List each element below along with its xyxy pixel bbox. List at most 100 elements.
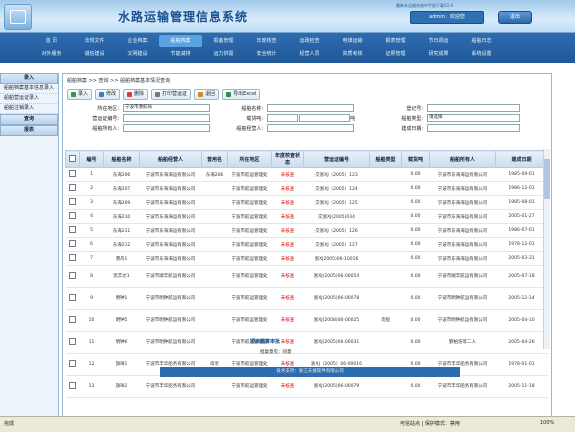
sidebar-section-entry[interactable]: 录入 [0, 73, 58, 84]
sidebar-section-query[interactable]: 查询 [0, 114, 58, 125]
row-checkbox[interactable] [69, 315, 76, 323]
sidebar-item-cancel-entry[interactable]: 船舶注销录入 [0, 104, 58, 114]
row-checkbox[interactable] [69, 240, 76, 247]
select-all-checkbox[interactable] [69, 154, 76, 162]
ship-name-label: 船舶名称: [241, 106, 263, 112]
nav-item[interactable]: 诚信建设 [73, 48, 116, 60]
table-cell: 明钟6 [103, 331, 140, 354]
table-row[interactable]: 5 东海211 宁波市东海海运有限公司 宁波市航运管理处 未核查 交浙XJ（2005）12… [65, 223, 548, 238]
nav-item[interactable]: 报表管理 [374, 35, 417, 47]
table-row[interactable]: 13 旗祥2 宁波市丰华船务有限公司 宁波市航运管理处 未核查 浙XJ(2005)06-0… [65, 375, 548, 398]
delete-button[interactable]: 删除 [123, 89, 149, 100]
table-cell: 13 [79, 375, 104, 398]
row-checkbox[interactable] [69, 254, 76, 261]
table-cell: 3 [79, 195, 104, 210]
table-row[interactable]: 7 港舟1 宁波市东海海运有限公司 宁波市航运管理处 未核查 浙XJ2005)06-100… [65, 251, 548, 266]
exit-button[interactable]: 退出 [498, 11, 532, 24]
security-zone[interactable]: 可信站点 | 保护模式：禁用 [400, 420, 460, 427]
row-checkbox[interactable] [69, 184, 76, 191]
add-button[interactable]: 录入 [67, 89, 93, 100]
zoom-level[interactable]: 100% [540, 420, 554, 426]
table-cell: 1978-12-01 [495, 237, 548, 252]
table-cell: 交浙XJ（2005）126 [303, 223, 370, 238]
nav-item[interactable]: 企业档案 [116, 35, 159, 47]
build-date-input[interactable] [427, 124, 520, 132]
sidebar-item-basic-entry[interactable]: 船舶档案基本信息录入 [0, 84, 58, 94]
sidebar-item-cert-entry[interactable]: 船舶营运证录入 [0, 94, 58, 104]
nav-item-active[interactable]: 船舶档案 [159, 35, 202, 47]
owner-input[interactable] [123, 124, 210, 132]
return-button[interactable]: 退回 [194, 89, 220, 100]
table-cell: 东海211 [103, 223, 140, 238]
column-header: 年度核查状态 [271, 150, 304, 168]
table-cell: 明钟5 [103, 309, 140, 332]
scrollbar-thumb[interactable] [544, 159, 550, 199]
print-cert-button[interactable]: 打印营运证 [151, 89, 192, 100]
row-checkbox-cell [65, 237, 80, 252]
table-cell: 宁波市航运管理处 [227, 309, 272, 332]
vertical-scrollbar[interactable] [543, 149, 550, 349]
row-checkbox[interactable] [69, 337, 76, 345]
nav-item[interactable]: 证照管理 [374, 48, 417, 60]
nav-item[interactable]: 系统设置 [460, 48, 503, 60]
manual-download-link[interactable]: 最新本运输系统中手册下载V2.0 [396, 3, 453, 9]
table-row[interactable]: 10 明钟5 宁波市明钟航运有限公司 宁波市航运管理处 未核查 浙XJ(2008)06-0… [65, 309, 548, 332]
row-checkbox[interactable] [69, 359, 76, 367]
nav-item[interactable]: 节日调运 [417, 35, 460, 47]
nav-item[interactable]: 安全统计 [245, 48, 288, 60]
app-title: 水路运输管理信息系统 [118, 10, 249, 24]
sidebar-section-report[interactable]: 报表 [0, 125, 58, 136]
area-select[interactable]: 宁波市港航局 [123, 104, 210, 112]
row-checkbox[interactable] [69, 293, 76, 301]
nav-item[interactable]: 法规文件 [73, 35, 116, 47]
ship-type-select[interactable]: 请选择 [427, 114, 520, 122]
reg-no-input[interactable] [427, 104, 520, 112]
table-cell: 2 [79, 181, 104, 196]
row-checkbox[interactable] [69, 381, 76, 389]
row-checkbox-cell [65, 353, 80, 376]
table-cell: 宁波市东海海运有限公司 [139, 181, 202, 196]
nav-item[interactable]: 经营人员 [288, 48, 331, 60]
table-row[interactable]: 2 东海207 宁波市东海海运有限公司 宁波市航运管理处 未核查 交浙XJ（2005）12… [65, 181, 548, 196]
nav-item[interactable]: 研究成果 [417, 48, 460, 60]
table-cell: 2005-12-14 [495, 287, 548, 310]
nav-item[interactable]: 年度核查 [245, 35, 288, 47]
table-row[interactable]: 9 明钟1 宁波市明钟航运有限公司 宁波市航运管理处 未核查 浙XJ(2005)06-00… [65, 287, 548, 310]
nav-item[interactable]: 资质考核 [331, 48, 374, 60]
nav-item[interactable]: 对外服务 [30, 48, 73, 60]
row-checkbox-cell [65, 375, 80, 398]
cert-no-input[interactable] [123, 114, 210, 122]
table-row[interactable]: 1 东海206 宁波市东海海运有限公司 东海206 宁波市航运管理处 未核查 交浙XJ（20… [65, 167, 548, 182]
tonnage-max-input[interactable] [299, 114, 350, 122]
nav-item[interactable]: 运政检查 [288, 35, 331, 47]
table-cell [201, 209, 228, 224]
nav-item[interactable]: 船舶日志 [460, 35, 503, 47]
operator-input[interactable] [267, 124, 354, 132]
nav-item[interactable]: 报备管理 [202, 35, 245, 47]
table-cell: 9 [79, 287, 104, 310]
nav-item[interactable]: 节能减排 [159, 48, 202, 60]
table-cell: 交浙XJ（2005）127 [303, 237, 370, 252]
table-row[interactable]: 6 东海212 宁波市东海海运有限公司 宁波市航运管理处 未核查 交浙XJ（2005）12… [65, 237, 548, 252]
nav-item[interactable]: 电煤运输 [331, 35, 374, 47]
nav-item[interactable]: 运力供需 [202, 48, 245, 60]
nav-item[interactable]: 文明建设 [116, 48, 159, 60]
nav-item[interactable]: 首 页 [30, 35, 73, 47]
row-checkbox[interactable] [69, 226, 76, 233]
table-row[interactable]: 8 凯丰达1 宁波市顺丰航运有限公司 宁波市航运管理处 未核查 浙XJ(2005)06-0… [65, 265, 548, 288]
table-cell: 0.00 [401, 237, 430, 252]
export-excel-button[interactable]: 导出Excel [222, 89, 261, 100]
table-cell: 4 [79, 209, 104, 224]
table-row[interactable]: 3 东海209 宁波市东海海运有限公司 宁波市航运管理处 未核查 交浙XJ（2005）12… [65, 195, 548, 210]
table-row[interactable]: 4 东海210 宁波市东海海运有限公司 宁波市航运管理处 未核查 交浙XJ(2005)03… [65, 209, 548, 224]
ship-name-input[interactable] [267, 104, 354, 112]
row-checkbox[interactable] [69, 212, 76, 219]
detail-title: 项目概算审批 [250, 339, 281, 345]
row-checkbox[interactable] [69, 170, 76, 177]
row-checkbox[interactable] [69, 271, 76, 279]
row-checkbox[interactable] [69, 198, 76, 205]
select-all-header[interactable] [65, 150, 80, 168]
edit-button[interactable]: 修改 [95, 89, 121, 100]
tonnage-min-input[interactable] [267, 114, 298, 122]
table-cell: 0.00 [401, 181, 430, 196]
